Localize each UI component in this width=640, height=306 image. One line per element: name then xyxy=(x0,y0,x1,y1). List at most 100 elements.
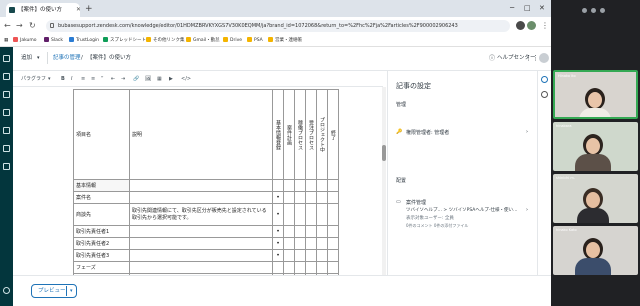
phase-mark-cell[interactable] xyxy=(305,261,317,274)
phase-mark-cell[interactable] xyxy=(283,179,295,192)
arrange-icon[interactable] xyxy=(3,91,10,98)
phase-mark-cell[interactable] xyxy=(327,225,339,238)
field-description-cell[interactable] xyxy=(129,237,273,250)
quote-button[interactable]: “ xyxy=(101,74,104,84)
bookmark-item[interactable]: Jakumo xyxy=(13,35,37,47)
participant-tile[interactable]: hinako Kato xyxy=(553,226,638,275)
field-description-cell[interactable] xyxy=(129,225,273,238)
field-name-cell[interactable]: 取引先責任者1 xyxy=(73,225,130,238)
browser-tab[interactable]: 【案件】の使い方 ✕ xyxy=(6,3,80,17)
field-name-cell[interactable]: 商談先 xyxy=(73,203,130,226)
extension-icon[interactable] xyxy=(516,21,525,30)
field-description-cell[interactable] xyxy=(129,249,273,262)
phase-mark-cell[interactable]: • xyxy=(272,191,284,204)
settings-cog-icon[interactable] xyxy=(541,76,548,83)
camera-icon[interactable] xyxy=(591,7,596,13)
phase-mark-cell[interactable] xyxy=(305,191,317,204)
reload-icon[interactable]: ↻ xyxy=(29,20,36,32)
table-row[interactable]: 商談先 取引先関連情報にて、取引先区分が販売先と設定されている取引先から選択可能で… xyxy=(73,203,339,226)
image-button[interactable]: 🖼 xyxy=(145,74,151,84)
phase-mark-cell[interactable] xyxy=(327,237,339,250)
italic-button[interactable]: I xyxy=(71,74,72,84)
numbered-list-button[interactable]: ≡ xyxy=(91,74,95,84)
phase-mark-cell[interactable] xyxy=(316,179,328,192)
field-description-cell[interactable]: 取引先関連情報にて、取引先区分が販売先と設定されている取引先から選択可能です。 xyxy=(129,203,273,226)
view-icon[interactable] xyxy=(3,127,10,134)
phase-mark-cell[interactable] xyxy=(316,237,328,250)
close-tab-icon[interactable]: ✕ xyxy=(76,6,80,14)
add-menu[interactable]: 追加 xyxy=(21,54,32,63)
settings-gear-icon[interactable] xyxy=(3,163,10,170)
code-button[interactable]: </> xyxy=(181,74,191,84)
stats-icon[interactable] xyxy=(3,109,10,116)
phase-mark-cell[interactable] xyxy=(294,203,306,226)
phase-mark-cell[interactable] xyxy=(294,225,306,238)
phase-mark-cell[interactable]: • xyxy=(272,249,284,262)
phase-mark-cell[interactable] xyxy=(283,249,295,262)
phase-mark-cell[interactable]: • xyxy=(272,225,284,238)
phase-mark-cell[interactable] xyxy=(316,203,328,226)
new-tab-icon[interactable]: + xyxy=(85,3,93,15)
zendesk-logo-icon[interactable] xyxy=(3,287,10,294)
table-row[interactable]: 取引先責任者3 • xyxy=(73,249,339,262)
phase-mark-cell[interactable] xyxy=(305,225,317,238)
link-button[interactable]: 🔗 xyxy=(133,74,139,84)
phase-mark-cell[interactable] xyxy=(305,179,317,192)
bookmark-apps-icon[interactable]: ▦ xyxy=(4,35,8,47)
browser-menu-icon[interactable]: ⋮ xyxy=(541,20,549,32)
manage-articles-link[interactable]: 記事の管理 xyxy=(53,54,81,63)
phase-mark-cell[interactable] xyxy=(327,261,339,274)
bookmark-item[interactable]: その他リンク集 xyxy=(146,35,185,47)
scrollbar-thumb[interactable] xyxy=(382,145,386,161)
table-button[interactable]: ▦ xyxy=(157,74,162,84)
more-icon[interactable] xyxy=(600,7,605,13)
editor-scrollbar[interactable] xyxy=(382,87,386,275)
permission-text[interactable]: 権限管理者: 管理者 xyxy=(406,129,449,136)
phase-mark-cell[interactable] xyxy=(294,237,306,250)
bookmark-item[interactable]: 営業・連絡帳 xyxy=(268,35,302,47)
bookmark-item[interactable]: PSA xyxy=(247,35,263,47)
table-row[interactable]: 基本情報 xyxy=(73,179,339,192)
phase-mark-cell[interactable] xyxy=(327,191,339,204)
phase-mark-cell[interactable] xyxy=(283,203,295,226)
permission-chevron-icon[interactable]: › xyxy=(526,129,528,135)
field-name-cell[interactable]: 案件名 xyxy=(73,191,130,204)
table-row[interactable]: 取引先責任者1 • xyxy=(73,225,339,238)
field-description-cell[interactable] xyxy=(129,261,273,274)
maximize-icon[interactable]: □ xyxy=(524,2,531,14)
mic-icon[interactable] xyxy=(582,7,587,13)
table-row[interactable]: 取引先責任者2 • xyxy=(73,237,339,250)
placement-title[interactable]: 案件管理 xyxy=(406,199,426,206)
home-icon[interactable] xyxy=(3,55,10,62)
article-table[interactable]: 項目名 説明 基本情報登録 案件計画 稼働プロセス 受注プロセス プロジェクト中… xyxy=(73,89,339,275)
phase-mark-cell[interactable] xyxy=(327,203,339,226)
phase-mark-cell[interactable] xyxy=(294,249,306,262)
apps-grid-icon[interactable]: ⋮⋮ xyxy=(525,54,539,63)
phase-mark-cell[interactable] xyxy=(294,191,306,204)
bookmark-item[interactable]: Gmail・勤怠 xyxy=(186,35,220,47)
url-field[interactable]: bubasesupport.zendesk.com/knowledge/edit… xyxy=(46,20,510,32)
history-icon[interactable] xyxy=(541,91,548,98)
phase-mark-cell[interactable] xyxy=(316,249,328,262)
phase-mark-cell[interactable] xyxy=(294,179,306,192)
phase-mark-cell[interactable] xyxy=(316,225,328,238)
preview-button[interactable]: プレビュー ▾ xyxy=(31,284,77,298)
preview-chevron-icon[interactable]: ▾ xyxy=(70,285,73,297)
phase-mark-cell[interactable]: • xyxy=(272,237,284,250)
field-name-cell[interactable]: 取引先責任者3 xyxy=(73,249,130,262)
phase-mark-cell[interactable] xyxy=(327,179,339,192)
placement-chevron-icon[interactable]: › xyxy=(526,207,528,213)
bookmark-item[interactable]: スプレッドシート xyxy=(103,35,146,47)
phase-mark-cell[interactable] xyxy=(294,261,306,274)
chevron-down-icon[interactable]: ▾ xyxy=(37,54,40,63)
close-window-icon[interactable]: ✕ xyxy=(539,2,545,14)
participant-tile[interactable]: shinichi m. xyxy=(553,174,638,223)
bookmark-item[interactable]: Drive xyxy=(223,35,242,47)
field-name-cell[interactable]: 基本情報 xyxy=(73,179,130,192)
phase-mark-cell[interactable]: • xyxy=(272,203,284,226)
profile-avatar[interactable] xyxy=(527,21,536,30)
bookmark-item[interactable]: Slack xyxy=(44,35,63,47)
phase-mark-cell[interactable] xyxy=(305,203,317,226)
phase-mark-cell[interactable] xyxy=(283,261,295,274)
phase-mark-cell[interactable] xyxy=(283,225,295,238)
